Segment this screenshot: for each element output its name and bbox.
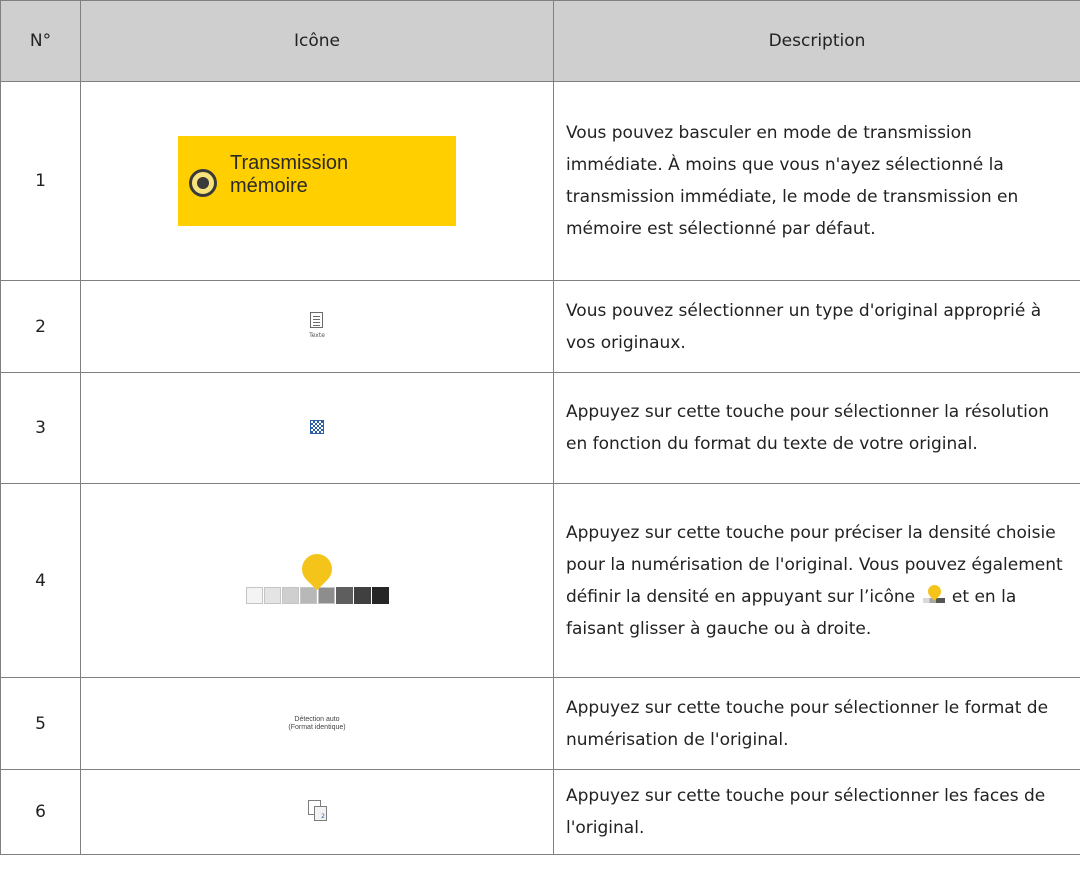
row-icon-cell: Détection auto (Format identique) [80,677,554,770]
density-slider-icon [245,544,389,614]
auto-detect-size-icon: Détection auto (Format identique) [81,716,553,732]
header-icon: Icône [80,0,554,82]
table-row: 1 Transmission mémoire Vous pouvez bascu… [0,81,1080,281]
density-step [317,586,335,604]
density-step [299,586,317,604]
row-number: 3 [0,372,81,484]
memory-transmission-label-line1: Transmission [230,152,349,174]
document-caption: Texte [309,332,325,339]
row-number: 2 [0,280,81,373]
density-step [353,586,371,604]
row-description: Vous pouvez basculer en mode de transmis… [553,81,1080,281]
memory-transmission-label-line2: mémoire [230,175,308,197]
memory-transmission-label: Transmission mémoire [230,152,348,198]
row-description: Appuyez sur cette touche pour sélectionn… [553,769,1080,855]
table-row: 4 Appuyez sur cette touche pour préciser… [0,483,1080,678]
row-description: Appuyez sur cette touche pour sélectionn… [553,677,1080,770]
density-step [281,586,299,604]
row-number: 6 [0,769,81,855]
document-glyph-icon [310,312,324,328]
row-icon-cell [80,372,554,484]
density-pin-icon [921,581,947,605]
original-faces-icon: 2 [308,800,327,821]
row-number: 1 [0,81,81,281]
density-step [335,586,353,604]
row-icon-cell: Transmission mémoire [80,81,554,281]
row-icon-cell: 2 [80,769,554,855]
density-step [263,586,281,604]
memory-transmission-radio-icon [189,169,217,197]
row-icon-cell [80,483,554,678]
row-number: 4 [0,483,81,678]
row-description: Appuyez sur cette touche pour préciser l… [553,483,1080,678]
table-row: 2 Texte Vous pouvez sélectionner un type… [0,280,1080,373]
density-pin-icon [295,547,338,590]
table-row: 3 Appuyez sur cette touche pour sélectio… [0,372,1080,484]
document-text-icon: Texte [309,312,325,339]
header-number: N° [0,0,81,82]
table-row: 5 Détection auto (Format identique) Appu… [0,677,1080,770]
row-description: Vous pouvez sélectionner un type d'origi… [553,280,1080,373]
face-back-icon: 2 [314,806,327,821]
density-step [245,586,263,604]
auto-detect-label-line2: (Format identique) [288,723,346,731]
table-header-row: N° Icône Description [0,0,1080,82]
table-row: 6 2 Appuyez sur cette touche pour sélect… [0,769,1080,855]
row-description: Appuyez sur cette touche pour sélectionn… [553,372,1080,484]
face-badge: 2 [321,813,325,820]
density-step [371,586,389,604]
auto-detect-label-line1: Détection auto [294,715,340,723]
row-icon-cell: Texte [80,280,554,373]
memory-transmission-button: Transmission mémoire [178,136,456,226]
row-number: 5 [0,677,81,770]
icon-description-table: N° Icône Description 1 Transmission mémo… [0,0,1080,855]
resolution-icon [310,419,324,434]
header-description: Description [553,0,1080,82]
